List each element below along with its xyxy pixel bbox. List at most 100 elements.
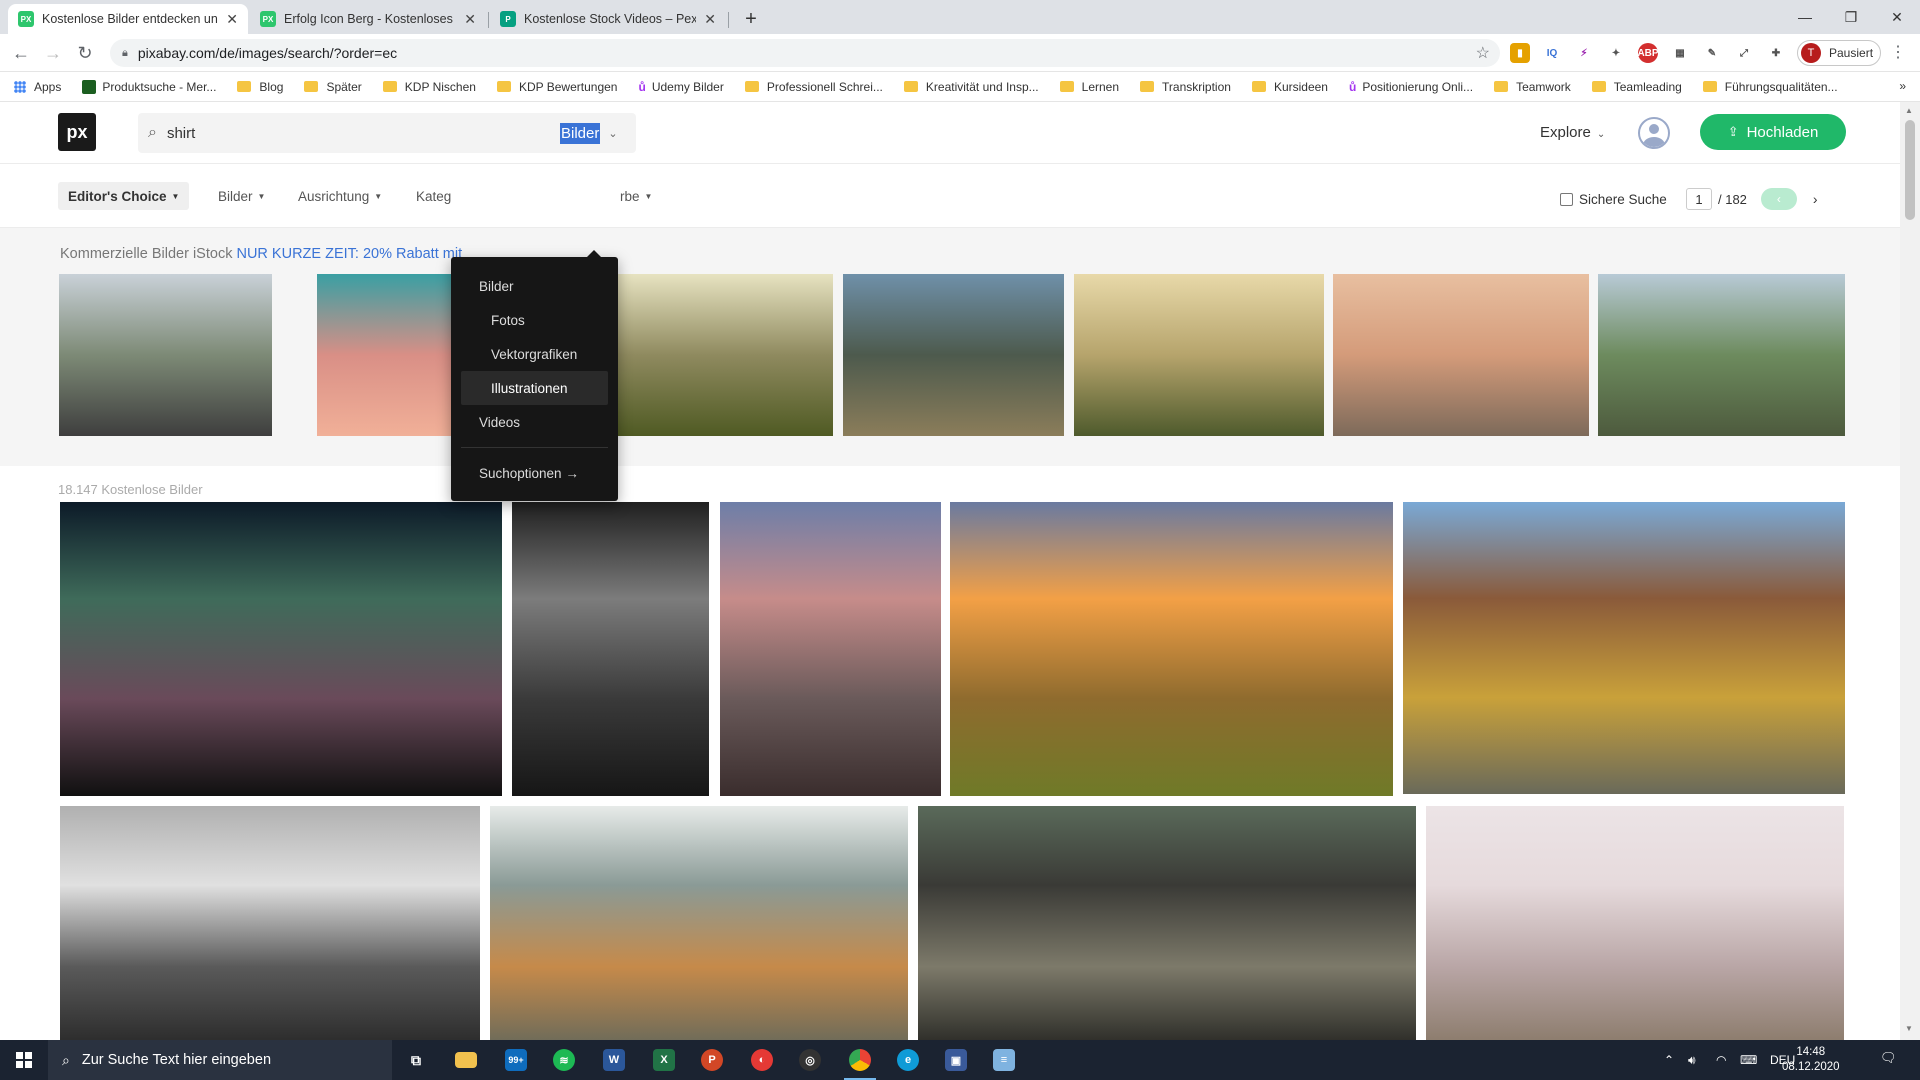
close-icon[interactable]: ✕ (226, 11, 238, 28)
chrome-icon[interactable] (836, 1040, 884, 1080)
dropdown-item[interactable]: Bilder (451, 269, 618, 303)
window-close-icon[interactable]: ✕ (1874, 0, 1920, 34)
bookmark-item[interactable]: Lernen (1059, 80, 1119, 94)
spotify-icon[interactable]: ≋ (540, 1040, 588, 1080)
gallery-image-hoi-an-street[interactable] (1403, 502, 1845, 794)
forward-arrow-icon[interactable]: → (40, 40, 66, 66)
media-type-select[interactable]: Bilder ⌄ (560, 113, 618, 153)
next-page-button[interactable]: › (1813, 191, 1818, 207)
tab-erfolg-icon[interactable]: PX Erfolg Icon Berg - Kostenloses Bi ✕ (250, 4, 486, 34)
word-icon[interactable]: W (590, 1040, 638, 1080)
address-bar[interactable]: 🔒︎ pixabay.com/de/images/search/?order=e… (110, 39, 1500, 67)
bookmark-item[interactable]: KDP Nischen (382, 80, 476, 94)
gallery-image-aurora-photographer[interactable] (60, 502, 502, 796)
gallery-image-frost-branches[interactable] (490, 806, 908, 1040)
editors-choice-filter[interactable]: Editor's Choice ▼ (58, 182, 190, 210)
extension-icon[interactable]: ▮ (1510, 43, 1530, 63)
expand-icon[interactable]: ⤢ (1734, 43, 1754, 63)
explore-menu[interactable]: Explore ⌄ (1540, 124, 1605, 141)
istock-promo-link[interactable]: NUR KURZE ZEIT: 20% Rabatt mit (236, 246, 462, 262)
scroll-up-icon[interactable]: ▲ (1905, 106, 1913, 115)
obs-icon[interactable]: ◎ (786, 1040, 834, 1080)
tab-pixabay-bilder[interactable]: PX Kostenlose Bilder entdecken und ✕ (8, 4, 248, 34)
extension-icon[interactable]: ✦ (1606, 43, 1626, 63)
dropdown-item[interactable]: Videos (451, 405, 618, 439)
close-icon[interactable]: ✕ (464, 11, 476, 28)
bookmark-item[interactable]: Professionell Schrei... (744, 80, 883, 94)
gallery-image-giraffe-savanna[interactable] (1426, 806, 1844, 1040)
istock-image-couple-hiking[interactable] (1074, 274, 1324, 436)
pixabay-logo[interactable]: px (58, 113, 96, 151)
wifi-icon[interactable]: ◠ (1716, 1040, 1726, 1080)
file-explorer-icon[interactable] (442, 1040, 490, 1080)
bookmark-item[interactable]: ů Udemy Bilder (638, 80, 723, 94)
bookmark-item[interactable]: Produktsuche - Mer... (82, 79, 216, 94)
search-input[interactable] (166, 124, 527, 142)
more-bookmarks-icon[interactable]: » (1899, 79, 1906, 93)
bookmark-item[interactable]: KDP Bewertungen (496, 80, 617, 94)
bookmark-item[interactable]: ů Positionierung Onli... (1349, 80, 1473, 94)
gallery-image-sunset-valley[interactable] (950, 502, 1393, 796)
mail-icon[interactable]: 99+ (492, 1040, 540, 1080)
bookmark-item[interactable]: Blog (237, 80, 283, 94)
bookmark-item[interactable]: Apps (14, 80, 61, 94)
upload-button[interactable]: ⇪ Hochladen (1700, 114, 1846, 150)
bookmark-star-icon[interactable]: ☆ (1476, 43, 1490, 63)
app-icon[interactable]: ▣ (932, 1040, 980, 1080)
bookmark-item[interactable]: Teamleading (1591, 80, 1682, 94)
scroll-down-icon[interactable]: ▼ (1905, 1024, 1913, 1033)
dropdown-item[interactable]: Illustrationen (461, 371, 608, 405)
keyboard-icon[interactable]: ⌨ (1740, 1040, 1757, 1080)
app-icon[interactable]: ◐ (738, 1040, 786, 1080)
bookmark-item[interactable]: Teamwork (1494, 80, 1571, 94)
istock-image-kid-in-red-car[interactable] (59, 274, 272, 436)
bookmark-item[interactable]: Transkription (1140, 80, 1231, 94)
istock-image-couple-sitting-mountains[interactable] (1598, 274, 1845, 436)
more-menu-icon[interactable]: ⋮ (1890, 42, 1906, 62)
gallery-image-cliff-bw[interactable] (60, 806, 480, 1040)
iq-extension-icon[interactable]: IQ (1542, 43, 1562, 63)
page-number-input[interactable]: 1 (1686, 188, 1712, 210)
adblock-icon[interactable]: ABP (1637, 43, 1659, 63)
notifications-icon[interactable]: 🗨︎ (1880, 1050, 1900, 1070)
task-view-icon[interactable]: ⧉ (392, 1040, 440, 1080)
istock-image-hands-holding[interactable] (1333, 274, 1589, 436)
prev-page-button[interactable]: ‹ (1760, 188, 1797, 210)
bookmark-item[interactable]: Kursideen (1251, 80, 1328, 94)
profile-button[interactable]: T Pausiert (1797, 40, 1881, 66)
user-avatar-icon[interactable] (1638, 117, 1670, 149)
edge-icon[interactable]: e (884, 1040, 932, 1080)
puzzle-icon[interactable]: ✚ (1766, 43, 1786, 63)
taskbar-search[interactable]: ⌕ Zur Suche Text hier eingeben (48, 1040, 392, 1080)
scrollbar-thumb[interactable] (1905, 120, 1915, 220)
new-tab-button[interactable]: + (738, 6, 764, 32)
close-icon[interactable]: ✕ (704, 11, 716, 28)
volume-icon[interactable]: 🔊︎ (1688, 1040, 1696, 1080)
safe-search-checkbox[interactable] (1560, 193, 1573, 206)
gallery-image-sea-lion[interactable] (918, 806, 1416, 1040)
safe-search-toggle[interactable]: Sichere Suche (1560, 192, 1667, 207)
dropdown-item[interactable]: Fotos (451, 303, 618, 337)
tab-pexels-videos[interactable]: P Kostenlose Stock Videos – Pexels ✕ (490, 4, 726, 34)
farbe-filter[interactable]: rbe ▼ (620, 182, 652, 210)
reload-icon[interactable]: ↻ (72, 40, 98, 66)
grid-extension-icon[interactable]: ▦ (1670, 43, 1690, 63)
clock[interactable]: 14:48 08.12.2020 (1782, 1045, 1840, 1075)
bookmark-item[interactable]: Führungsqualitäten... (1702, 80, 1838, 94)
minimize-icon[interactable]: — (1782, 0, 1828, 34)
start-button[interactable] (0, 1040, 48, 1080)
bookmark-item[interactable]: Kreativität und Insp... (903, 80, 1039, 94)
bookmark-item[interactable]: Später (304, 80, 362, 94)
show-hidden-icons[interactable]: ⌃ (1664, 1040, 1674, 1080)
search-icon[interactable]: ⌕ (148, 124, 157, 142)
notepad-icon[interactable]: ≡ (980, 1040, 1028, 1080)
bilder-filter[interactable]: Bilder ▼ (218, 182, 265, 210)
page-scrollbar[interactable]: ▲ ▼ (1900, 102, 1920, 1040)
restore-icon[interactable]: ❐ (1828, 0, 1874, 34)
gallery-image-prague-bridge[interactable] (720, 502, 941, 796)
excel-icon[interactable]: X (640, 1040, 688, 1080)
eyedropper-icon[interactable]: ✎ (1702, 43, 1722, 63)
istock-image-climber-cliff[interactable] (843, 274, 1064, 436)
extension-icon[interactable]: ⚡︎ (1574, 43, 1594, 63)
gallery-image-cathedral-alley[interactable] (512, 502, 709, 796)
